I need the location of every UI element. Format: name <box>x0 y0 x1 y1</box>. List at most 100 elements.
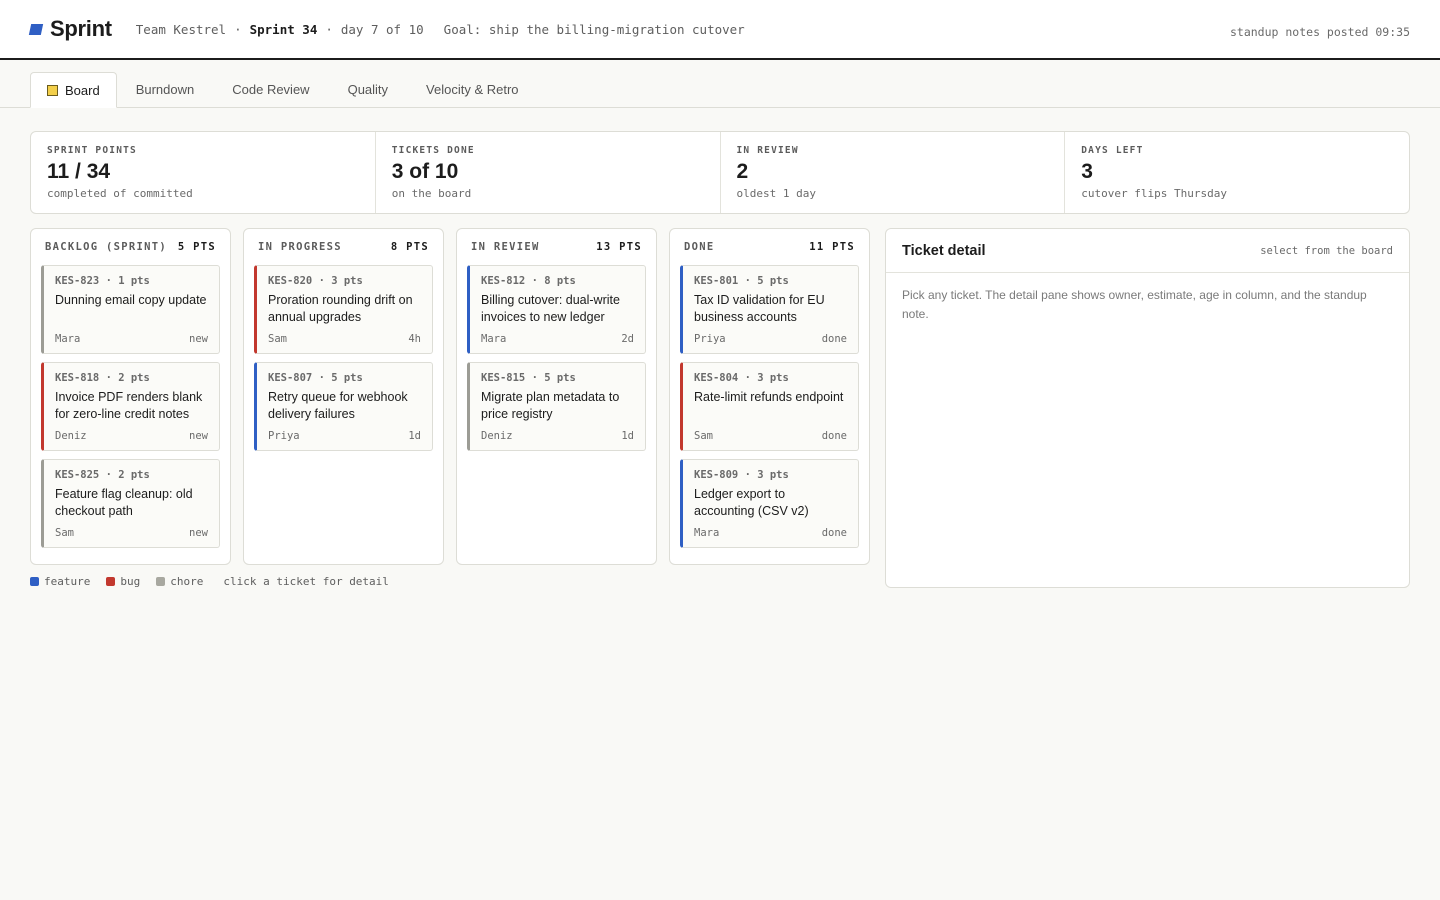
column-in-progress: IN PROGRESS 8 PTS KES-820 · 3 pts Prorat… <box>243 228 444 565</box>
ticket-card[interactable]: KES-812 · 8 pts Billing cutover: dual-wr… <box>467 265 646 354</box>
column-points: 5 PTS <box>177 241 216 253</box>
detail-placeholder: Pick any ticket. The detail pane shows o… <box>902 288 1367 321</box>
ticket-meta: Mara new <box>55 333 208 345</box>
tab-label: Burndown <box>135 81 195 97</box>
ticket-card[interactable]: KES-809 · 3 pts Ledger export to account… <box>680 459 859 548</box>
ticket-age: 2d <box>621 333 634 345</box>
ticket-title: Billing cutover: dual-write invoices to … <box>481 293 620 324</box>
column-header: BACKLOG (SPRINT) 5 PTS <box>41 229 220 265</box>
legend-item-bug: bug <box>106 575 140 588</box>
ticket-card[interactable]: KES-804 · 3 pts Rate-limit refunds endpo… <box>680 362 859 451</box>
stat-label: TICKETS DONE <box>391 145 475 156</box>
legend-label: feature <box>44 575 91 588</box>
sprint-goal: Goal: ship the billing-migration cutover <box>443 21 745 37</box>
ticket-age: new <box>189 333 208 345</box>
ticket-age: new <box>189 430 208 442</box>
stat-value: 3 <box>1081 160 1093 183</box>
ticket-card[interactable]: KES-825 · 2 pts Feature flag cleanup: ol… <box>41 459 220 548</box>
tab-code-review[interactable]: Code Review <box>213 71 328 107</box>
column-title: IN REVIEW <box>471 241 540 253</box>
brand-logo-icon <box>28 23 44 35</box>
tab-label: Velocity & Retro <box>426 81 519 97</box>
top-bar: Sprint Team Kestrel · Sprint 34 · day 7 … <box>0 0 1440 60</box>
tab-quality[interactable]: Quality <box>329 71 407 107</box>
column-title: DONE <box>684 241 715 253</box>
app-name: Sprint <box>50 16 112 41</box>
column-points: 13 PTS <box>596 241 642 253</box>
ticket-title: Rate-limit refunds endpoint <box>694 390 844 404</box>
stat-caption: completed of committed <box>47 187 193 200</box>
ticket-owner: Priya <box>694 333 726 345</box>
ticket-legend: feature bug chore click a ticket for det… <box>30 575 389 588</box>
ticket-title: Ledger export to accounting (CSV v2) <box>694 487 809 518</box>
stat-tickets-done: TICKETS DONE 3 of 10 on the board <box>374 132 720 213</box>
ticket-title: Retry queue for webhook delivery failure… <box>268 390 408 421</box>
ticket-card[interactable]: KES-818 · 2 pts Invoice PDF renders blan… <box>41 362 220 451</box>
ticket-card[interactable]: KES-820 · 3 pts Proration rounding drift… <box>254 265 433 354</box>
bug-swatch-icon <box>106 577 116 586</box>
ticket-id: KES-801 · 5 pts <box>694 275 789 287</box>
separator: · <box>234 21 242 37</box>
stat-sprint-points: SPRINT POINTS 11 / 34 completed of commi… <box>31 132 375 213</box>
legend-item-chore: chore <box>156 575 203 588</box>
ticket-id: KES-818 · 2 pts <box>55 372 150 384</box>
detail-title: Ticket detail <box>902 242 986 259</box>
ticket-owner: Mara <box>55 333 81 345</box>
ticket-meta: Mara done <box>694 527 847 539</box>
ticket-card[interactable]: KES-823 · 1 pts Dunning email copy updat… <box>41 265 220 354</box>
standup-status: standup notes posted 09:35 <box>1229 25 1410 39</box>
stat-value: 2 <box>736 160 749 183</box>
ticket-card[interactable]: KES-807 · 5 pts Retry queue for webhook … <box>254 362 433 451</box>
ticket-title: Proration rounding drift on annual upgra… <box>268 293 413 324</box>
ticket-title: Dunning email copy update <box>55 293 207 307</box>
ticket-id: KES-823 · 1 pts <box>55 275 150 287</box>
tab-burndown[interactable]: Burndown <box>117 71 214 107</box>
sprint-day: day 7 of 10 <box>340 21 424 37</box>
stat-label: DAYS LEFT <box>1081 145 1144 156</box>
column-backlog: BACKLOG (SPRINT) 5 PTS KES-823 · 1 pts D… <box>30 228 231 565</box>
ticket-id: KES-820 · 3 pts <box>268 275 363 287</box>
ticket-id: KES-825 · 2 pts <box>55 469 150 481</box>
sprint-name: Sprint 34 <box>249 21 318 37</box>
ticket-card[interactable]: KES-801 · 5 pts Tax ID validation for EU… <box>680 265 859 354</box>
stat-value: 11 / 34 <box>47 160 111 183</box>
legend-item-feature: feature <box>30 575 90 588</box>
ticket-title: Feature flag cleanup: old checkout path <box>55 487 193 518</box>
tab-velocity-retro[interactable]: Velocity & Retro <box>407 71 538 107</box>
ticket-meta: Sam 4h <box>268 333 421 345</box>
ticket-meta: Deniz 1d <box>481 430 634 442</box>
ticket-meta: Mara 2d <box>481 333 634 345</box>
ticket-age: 4h <box>408 333 421 345</box>
ticket-owner: Sam <box>55 527 74 539</box>
ticket-age: done <box>821 430 847 442</box>
stat-value: 3 of 10 <box>391 160 459 183</box>
detail-header: Ticket detail select from the board <box>886 229 1409 273</box>
stat-in-review: IN REVIEW 2 oldest 1 day <box>719 132 1065 213</box>
feature-swatch-icon <box>30 577 39 586</box>
detail-hint: select from the board <box>1260 244 1393 257</box>
ticket-title: Invoice PDF renders blank for zero-line … <box>55 390 203 421</box>
chore-swatch-icon <box>156 577 166 586</box>
ticket-meta: Sam new <box>55 527 208 539</box>
ticket-id: KES-815 · 5 pts <box>481 372 576 384</box>
column-in-review: IN REVIEW 13 PTS KES-812 · 8 pts Billing… <box>456 228 657 565</box>
ticket-card[interactable]: KES-815 · 5 pts Migrate plan metadata to… <box>467 362 646 451</box>
ticket-meta: Deniz new <box>55 430 208 442</box>
ticket-detail-panel: Ticket detail select from the board Pick… <box>885 228 1410 588</box>
tab-label: Code Review <box>232 81 310 97</box>
separator: · <box>325 21 333 37</box>
ticket-age: new <box>189 527 208 539</box>
team-name: Team Kestrel <box>135 21 227 37</box>
stat-days-left: DAYS LEFT 3 cutover flips Thursday <box>1064 132 1409 213</box>
sprint-context: Team Kestrel · Sprint 34 · day 7 of 10 G… <box>136 22 745 37</box>
ticket-age: 1d <box>621 430 634 442</box>
tab-label: Quality <box>347 81 389 97</box>
column-header: IN PROGRESS 8 PTS <box>254 229 433 265</box>
ticket-owner: Priya <box>268 430 300 442</box>
ticket-owner: Mara <box>694 527 720 539</box>
legend-label: bug <box>120 575 141 588</box>
ticket-age: 1d <box>408 430 421 442</box>
ticket-id: KES-804 · 3 pts <box>694 372 789 384</box>
tab-board[interactable]: Board <box>30 72 117 108</box>
tab-bar: Board Burndown Code Review Quality Veloc… <box>0 60 1440 108</box>
